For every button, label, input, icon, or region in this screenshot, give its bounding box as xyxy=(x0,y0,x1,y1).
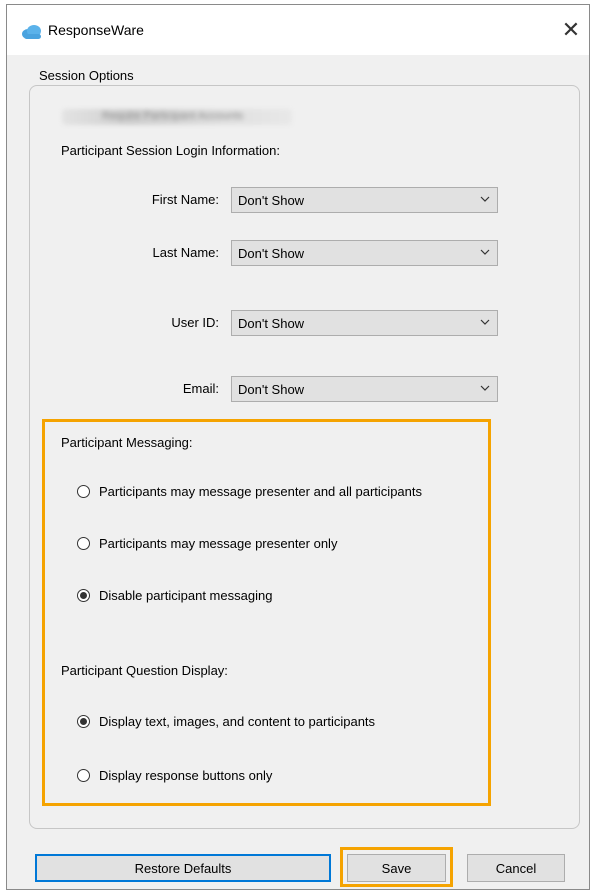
question-display-heading: Participant Question Display: xyxy=(61,663,228,678)
chevron-down-icon xyxy=(480,385,490,391)
title-bar: ResponseWare ✕ xyxy=(7,5,589,55)
close-icon[interactable]: ✕ xyxy=(562,17,580,43)
window-title: ResponseWare xyxy=(48,22,144,38)
radio-message-all[interactable]: Participants may message presenter and a… xyxy=(77,481,422,501)
first-name-value: Don't Show xyxy=(238,193,305,208)
user-id-label: User ID: xyxy=(171,315,219,330)
email-select[interactable]: Don't Show xyxy=(231,376,498,402)
cancel-button[interactable]: Cancel xyxy=(467,854,565,882)
cloud-icon xyxy=(22,25,41,39)
first-name-label: First Name: xyxy=(151,192,219,207)
radio-disable-messaging[interactable]: Disable participant messaging xyxy=(77,585,272,605)
restore-defaults-button[interactable]: Restore Defaults xyxy=(35,854,331,882)
radio-button[interactable] xyxy=(77,768,90,782)
radio-disable-messaging-label: Disable participant messaging xyxy=(99,587,273,603)
blurred-option-label: Require Participant Accounts xyxy=(102,110,244,122)
last-name-value: Don't Show xyxy=(238,246,305,261)
last-name-select[interactable]: Don't Show xyxy=(231,240,498,266)
radio-button[interactable] xyxy=(77,484,90,498)
radio-display-buttons[interactable]: Display response buttons only xyxy=(77,765,272,785)
session-options-label: Session Options xyxy=(39,68,134,83)
radio-button-checked[interactable] xyxy=(77,714,90,728)
responseware-dialog: ResponseWare ✕ Session Options Require P… xyxy=(6,4,590,890)
radio-message-presenter[interactable]: Participants may message presenter only xyxy=(77,533,337,553)
save-button[interactable]: Save xyxy=(347,854,446,882)
radio-message-all-label: Participants may message presenter and a… xyxy=(99,483,422,499)
close-button[interactable]: ✕ xyxy=(553,13,589,47)
blurred-option: Require Participant Accounts xyxy=(62,109,292,125)
chevron-down-icon xyxy=(480,249,490,255)
radio-display-content-label: Display text, images, and content to par… xyxy=(99,713,376,729)
chevron-down-icon xyxy=(480,196,490,202)
user-id-select[interactable]: Don't Show xyxy=(231,310,498,336)
first-name-select[interactable]: Don't Show xyxy=(231,187,498,213)
radio-display-buttons-label: Display response buttons only xyxy=(99,767,273,783)
messaging-highlight xyxy=(42,419,491,806)
radio-button-checked[interactable] xyxy=(77,588,90,602)
user-id-value: Don't Show xyxy=(238,316,305,331)
chevron-down-icon xyxy=(480,319,490,325)
radio-button[interactable] xyxy=(77,536,90,550)
email-label: Email: xyxy=(182,381,219,396)
login-info-heading: Participant Session Login Information: xyxy=(61,143,280,158)
radio-display-content[interactable]: Display text, images, and content to par… xyxy=(77,711,375,731)
radio-message-presenter-label: Participants may message presenter only xyxy=(99,535,338,551)
email-value: Don't Show xyxy=(238,382,305,397)
last-name-label: Last Name: xyxy=(152,245,219,260)
messaging-heading: Participant Messaging: xyxy=(61,435,193,450)
